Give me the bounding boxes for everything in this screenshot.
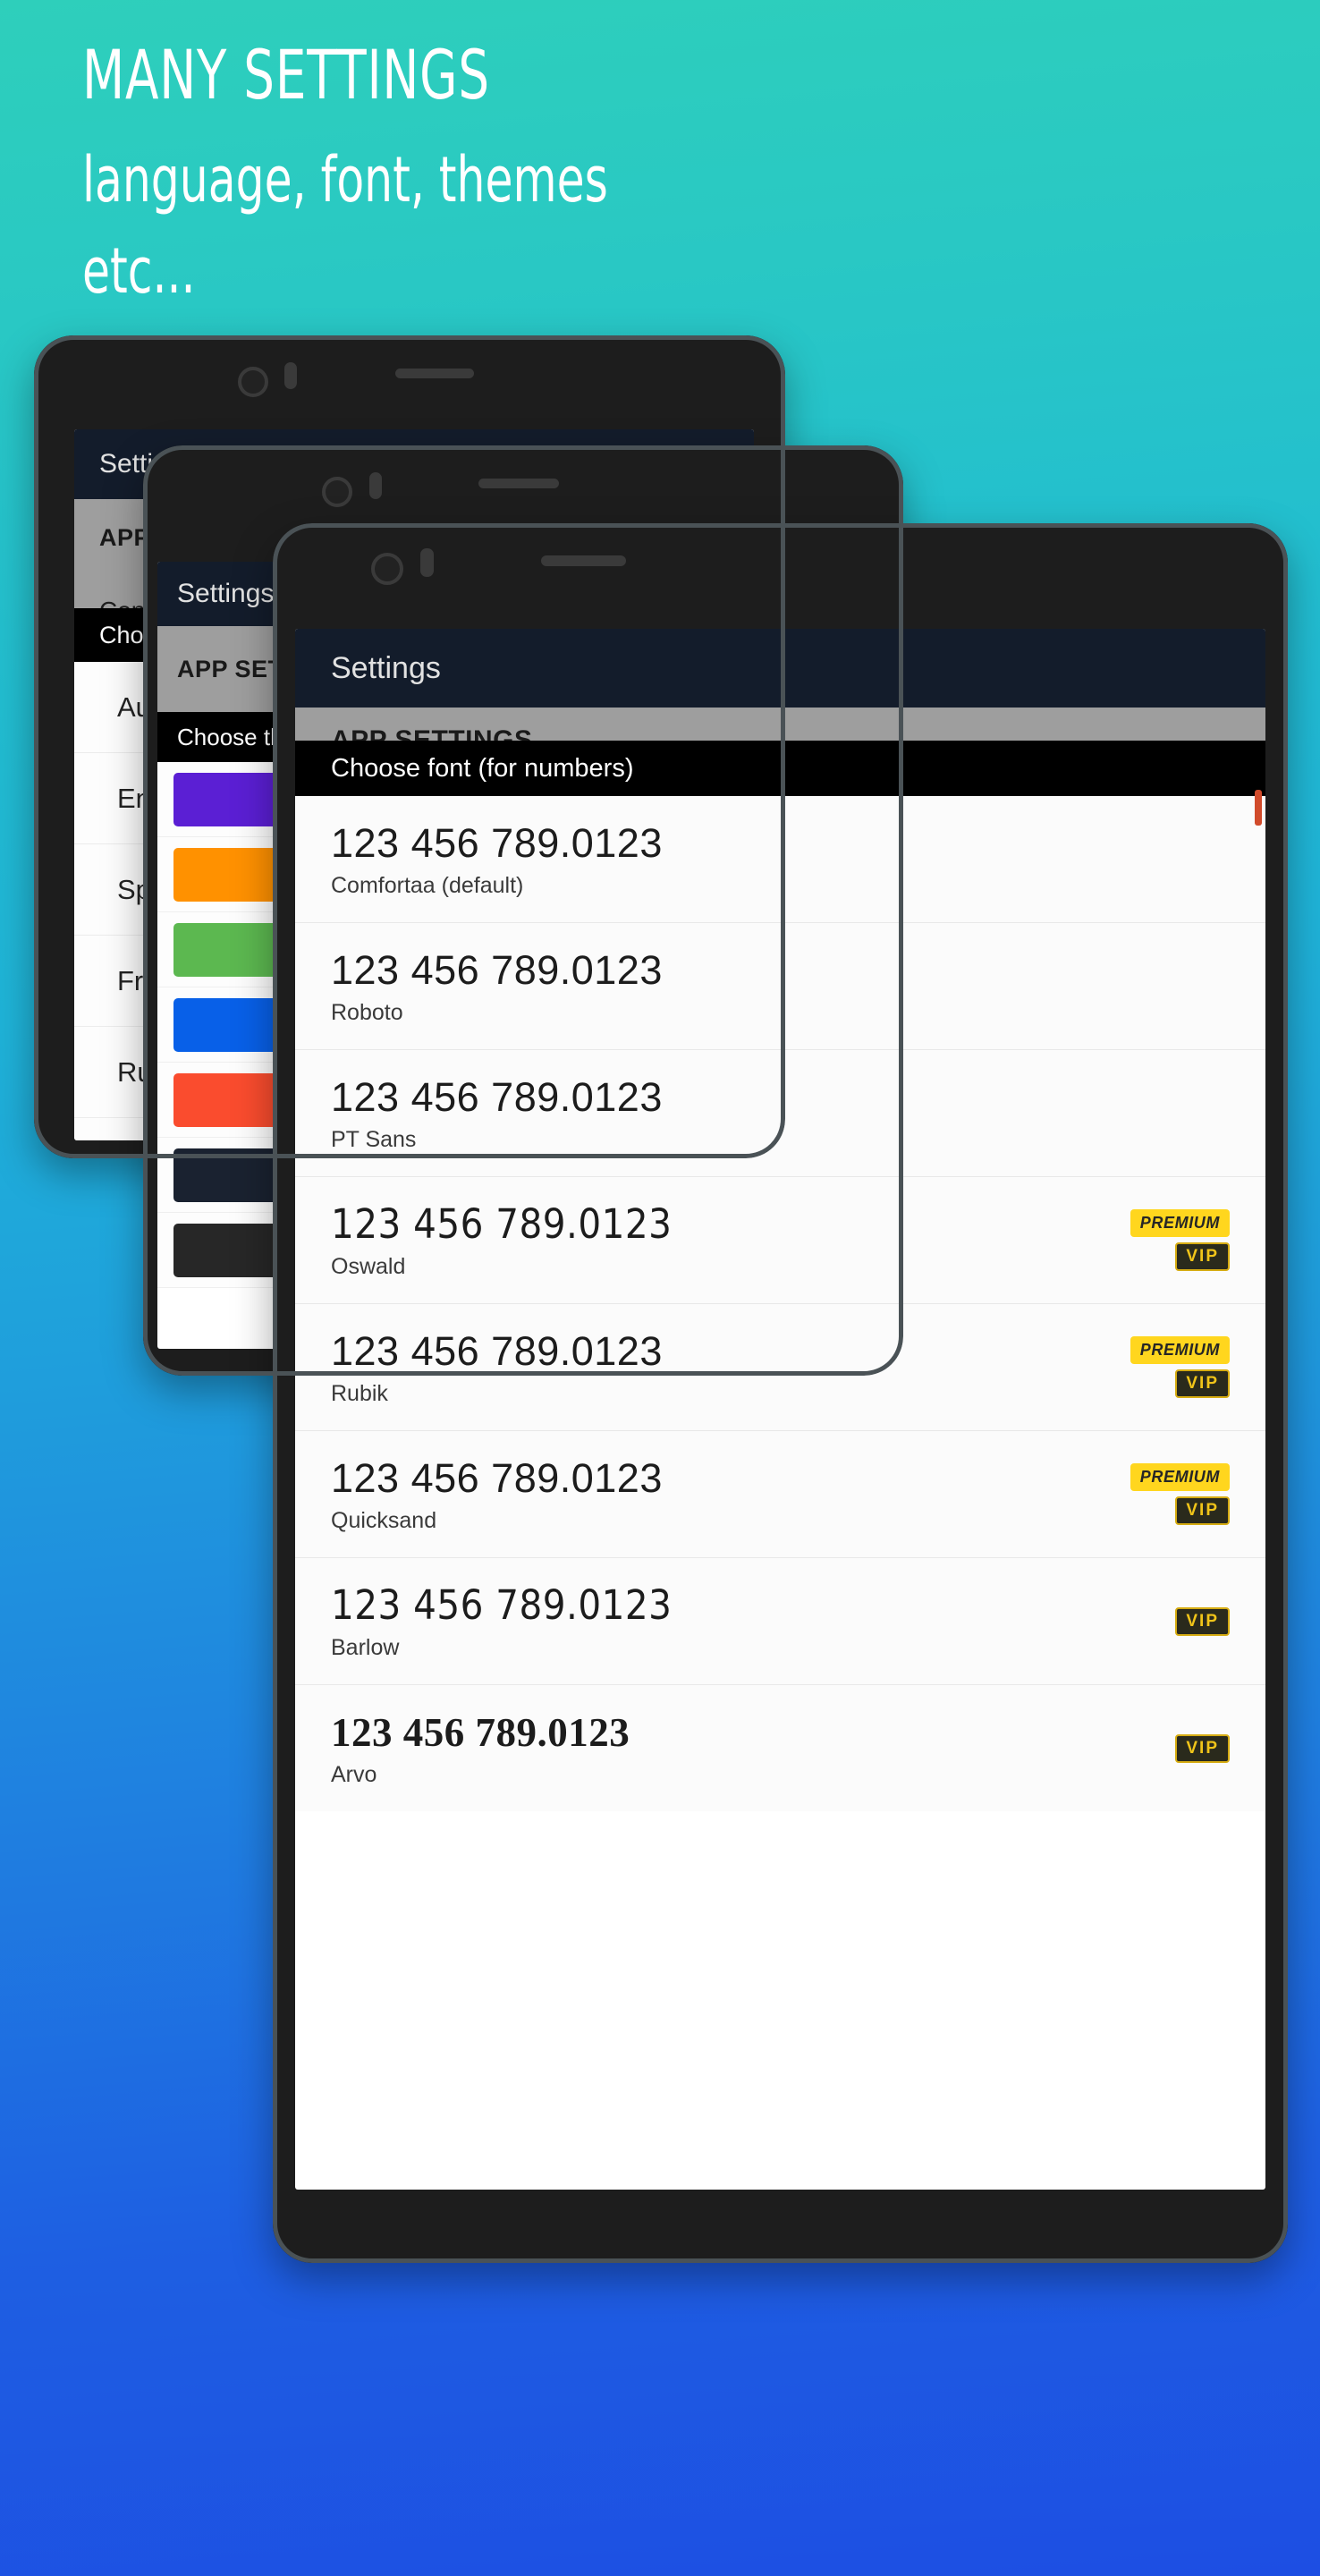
font-sample-text: 123 456 789.0123 [331, 1710, 630, 1755]
font-info: 123 456 789.0123 Arvo [331, 1708, 1175, 1788]
front-camera-icon [322, 477, 352, 507]
font-option[interactable]: 123 456 789.0123 Comfortaa (default) [295, 796, 1265, 923]
font-badges: PREMIUM VIP [1130, 1209, 1230, 1271]
phone-right: Settings APP SETTINGS Choose font (for n… [273, 523, 1288, 2263]
font-info: 123 456 789.0123 Roboto [331, 946, 1230, 1026]
app-bar-title: Settings [177, 579, 275, 608]
earpiece-speaker-icon [478, 479, 559, 488]
hero-copy: MANY SETTINGS language, font, themes etc… [82, 34, 1155, 315]
font-option[interactable]: 123 456 789.0123 Quicksand PREMIUM VIP [295, 1431, 1265, 1558]
font-name-label: Arvo [331, 1762, 377, 1787]
font-badges: PREMIUM VIP [1130, 1336, 1230, 1398]
font-badges: VIP [1175, 1733, 1230, 1763]
font-name-label: Roboto [331, 1000, 403, 1025]
font-info: 123 456 789.0123 Barlow [331, 1581, 1175, 1661]
proximity-sensor-icon [369, 472, 382, 499]
earpiece-speaker-icon [395, 369, 474, 378]
front-camera-icon [371, 553, 403, 585]
font-badges: VIP [1175, 1606, 1230, 1636]
font-badges: PREMIUM VIP [1130, 1463, 1230, 1525]
dialog-title-bar: Choose font (for numbers) [295, 741, 1265, 796]
font-sample-text: 123 456 789.0123 [331, 1455, 663, 1501]
font-sample-text: 123 456 789.0123 [331, 820, 663, 866]
font-sample-text: 123 456 789.0123 [331, 1200, 673, 1248]
app-bar-right: Settings [295, 629, 1265, 708]
hero-headline: MANY SETTINGS [82, 35, 490, 114]
font-info: 123 456 789.0123 Quicksand [331, 1454, 1130, 1534]
font-name-label: Barlow [331, 1635, 400, 1660]
front-camera-icon [238, 367, 268, 397]
font-name-label: Quicksand [331, 1508, 437, 1533]
font-sample-text: 123 456 789.0123 [331, 1328, 663, 1374]
font-name-label: Oswald [331, 1254, 406, 1279]
font-option[interactable]: 123 456 789.0123 Oswald PREMIUM VIP [295, 1177, 1265, 1304]
hero-subline-1: language, font, themes [82, 143, 608, 216]
font-name-label: Rubik [331, 1381, 388, 1406]
vip-badge: VIP [1175, 1496, 1230, 1525]
choose-font-dialog: Choose font (for numbers) 123 456 789.01… [295, 741, 1265, 1811]
vip-badge: VIP [1175, 1242, 1230, 1271]
font-option[interactable]: 123 456 789.0123 Arvo VIP [295, 1685, 1265, 1811]
font-option[interactable]: 123 456 789.0123 Rubik PREMIUM VIP [295, 1304, 1265, 1431]
font-option[interactable]: 123 456 789.0123 Roboto [295, 923, 1265, 1050]
font-name-label: PT Sans [331, 1127, 417, 1152]
font-sample-text: 123 456 789.0123 [331, 1581, 673, 1629]
font-sample-text: 123 456 789.0123 [331, 947, 663, 993]
proximity-sensor-icon [284, 362, 297, 389]
premium-badge: PREMIUM [1130, 1209, 1230, 1237]
app-bar-title: Settings [331, 650, 441, 685]
font-info: 123 456 789.0123 PT Sans [331, 1073, 1230, 1153]
proximity-sensor-icon [420, 548, 434, 577]
scrollbar-thumb[interactable] [1255, 790, 1262, 826]
font-info: 123 456 789.0123 Rubik [331, 1327, 1130, 1407]
font-list: 123 456 789.0123 Comfortaa (default) 123… [295, 796, 1265, 1811]
font-name-label: Comfortaa (default) [331, 873, 524, 898]
phone-right-screen: Settings APP SETTINGS Choose font (for n… [295, 629, 1265, 2190]
vip-badge: VIP [1175, 1606, 1230, 1636]
premium-badge: PREMIUM [1130, 1463, 1230, 1491]
font-option[interactable]: 123 456 789.0123 Barlow VIP [295, 1558, 1265, 1685]
hero-subline-2: etc... [82, 234, 196, 308]
font-sample-text: 123 456 789.0123 [331, 1074, 663, 1120]
vip-badge: VIP [1175, 1369, 1230, 1398]
dialog-title-label: Choose font (for numbers) [331, 753, 634, 783]
premium-badge: PREMIUM [1130, 1336, 1230, 1364]
font-info: 123 456 789.0123 Oswald [331, 1200, 1130, 1280]
vip-badge: VIP [1175, 1733, 1230, 1763]
font-info: 123 456 789.0123 Comfortaa (default) [331, 819, 1230, 899]
earpiece-speaker-icon [541, 555, 626, 566]
font-option[interactable]: 123 456 789.0123 PT Sans [295, 1050, 1265, 1177]
